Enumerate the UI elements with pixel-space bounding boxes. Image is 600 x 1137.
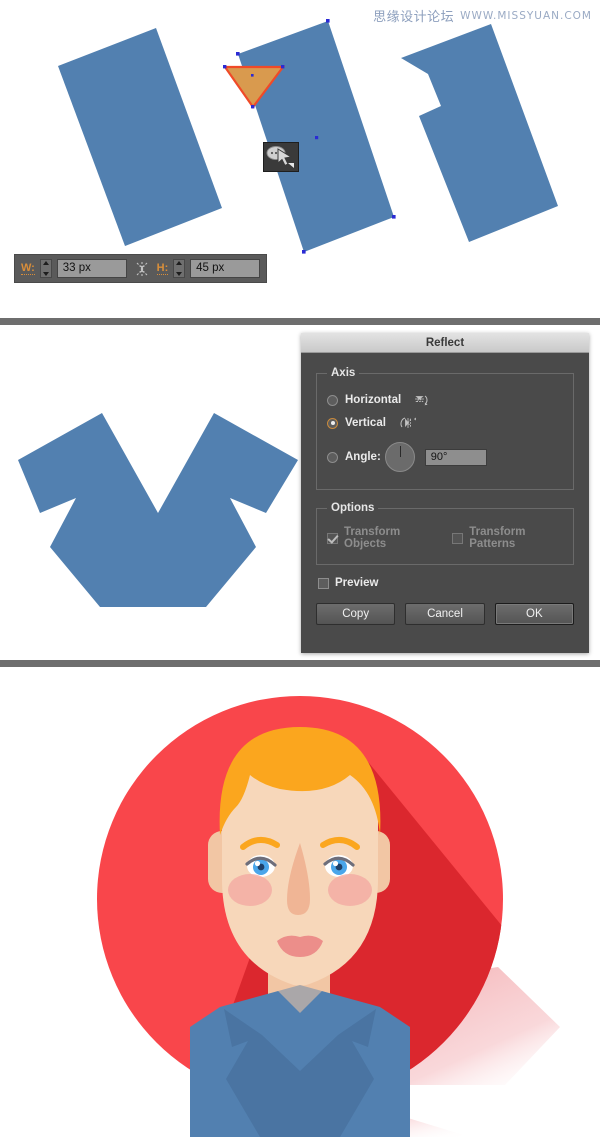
v-collar-shape[interactable] xyxy=(8,365,298,645)
width-input[interactable]: 33 px xyxy=(56,259,127,278)
ok-button[interactable]: OK xyxy=(494,603,574,625)
shape-builder-cursor xyxy=(263,142,299,172)
axis-group: Axis Horizontal Vertical Angle: 90° xyxy=(316,367,574,490)
reflect-dialog-panel: Reflect Axis Horizontal Vertical Angle: … xyxy=(0,325,600,660)
axis-legend: Axis xyxy=(331,367,356,379)
preview-label: Preview xyxy=(335,577,379,589)
shirt[interactable] xyxy=(190,985,410,1137)
options-legend: Options xyxy=(331,502,375,514)
height-label: H: xyxy=(156,261,169,275)
dialog-titlebar[interactable]: Reflect xyxy=(301,333,589,353)
height-stepper[interactable] xyxy=(173,259,186,278)
radio-horizontal[interactable]: Horizontal xyxy=(327,392,563,408)
radio-vertical[interactable]: Vertical xyxy=(327,415,563,431)
flat-avatar-illustration[interactable] xyxy=(0,667,600,1137)
transform-objects-box[interactable] xyxy=(327,532,338,544)
radio-angle-dot[interactable] xyxy=(327,451,338,463)
angle-input[interactable]: 90° xyxy=(424,448,487,466)
constrain-proportions-icon[interactable] xyxy=(132,259,152,279)
transform-patterns-box[interactable] xyxy=(452,532,464,544)
checkbox-transform-objects[interactable]: Transform Objects xyxy=(327,526,434,550)
measurement-toolbar[interactable]: W: 33 px H: 45 px xyxy=(14,254,267,283)
height-input[interactable]: 45 px xyxy=(190,259,260,278)
cancel-button[interactable]: Cancel xyxy=(405,603,485,625)
shape-right-notched[interactable] xyxy=(383,16,563,246)
reflect-dialog[interactable]: Reflect Axis Horizontal Vertical Angle: … xyxy=(301,333,589,653)
checkbox-transform-patterns[interactable]: Transform Patterns xyxy=(452,526,563,550)
angle-label: Angle: xyxy=(345,451,381,463)
width-stepper[interactable] xyxy=(39,259,52,278)
width-label: W: xyxy=(21,261,35,275)
panel-divider xyxy=(0,318,600,325)
dialog-button-row: Copy Cancel OK xyxy=(316,603,574,625)
eye-left xyxy=(245,855,277,877)
shape-left-rectangle[interactable] xyxy=(40,18,240,258)
panel-divider xyxy=(0,660,600,667)
cheek-left xyxy=(228,874,272,906)
radio-vertical-label: Vertical xyxy=(345,417,386,429)
cheek-right xyxy=(328,874,372,906)
angle-row[interactable]: Angle: 90° xyxy=(327,442,563,472)
copy-button[interactable]: Copy xyxy=(316,603,396,625)
preview-box[interactable] xyxy=(318,577,329,589)
checkbox-preview[interactable]: Preview xyxy=(318,577,574,589)
reflect-vertical-icon xyxy=(398,415,418,431)
transform-objects-label: Transform Objects xyxy=(344,526,401,550)
angle-dial[interactable] xyxy=(384,442,415,472)
eye-right xyxy=(323,855,355,877)
avatar-illustration-panel xyxy=(0,667,600,1137)
shape-middle-rectangle[interactable] xyxy=(222,14,402,264)
reflect-horizontal-icon xyxy=(413,392,433,408)
transform-patterns-label: Transform Patterns xyxy=(469,526,526,550)
radio-vertical-dot[interactable] xyxy=(327,417,338,429)
artboard-shapes-panel: 思缘设计论坛 WWW.MISSYUAN.COM W: 33 px H: 45 p… xyxy=(0,0,600,318)
radio-horizontal-label: Horizontal xyxy=(345,394,402,406)
radio-horizontal-dot[interactable] xyxy=(327,394,338,406)
options-group: Options Transform Objects Transform Patt… xyxy=(316,502,574,565)
dialog-title: Reflect xyxy=(425,336,465,349)
